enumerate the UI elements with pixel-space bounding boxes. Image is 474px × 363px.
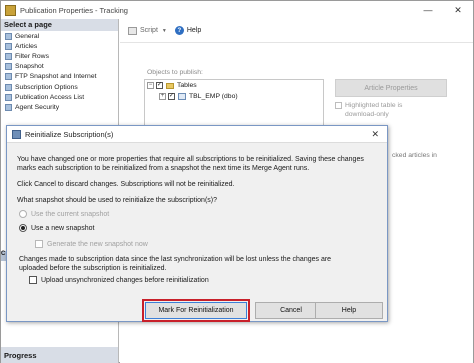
- script-icon: [128, 26, 137, 35]
- sidebar-item-publication-access-list[interactable]: Publication Access List: [1, 92, 118, 102]
- script-label: Script: [140, 27, 158, 34]
- sidebar-item-label: Publication Access List: [15, 93, 85, 101]
- toolbar: Script ▼ ? Help: [120, 19, 473, 43]
- warning-text: Changes made to subscription data since …: [19, 255, 381, 273]
- chevron-down-icon[interactable]: ▼: [162, 28, 167, 34]
- page-icon: [5, 73, 12, 81]
- sidebar-item-articles[interactable]: Articles: [1, 41, 118, 51]
- dialog-message-line1: You have changed one or more properties …: [17, 156, 364, 163]
- radio-label-new: Use a new snapshot: [31, 224, 95, 232]
- sidebar-item-label: Filter Rows: [15, 52, 49, 60]
- script-button[interactable]: Script ▼: [128, 26, 167, 35]
- progress-header: Progress: [1, 347, 118, 363]
- article-properties-button[interactable]: Article Properties: [335, 79, 447, 97]
- tree-label-tbl-emp: TBL_EMP (dbo): [189, 93, 238, 100]
- window-titlebar: Publication Properties - Tracking — ✕: [1, 1, 473, 19]
- sidebar-header: Select a page: [1, 19, 118, 31]
- tbl-emp-checkbox[interactable]: ✓: [168, 93, 175, 100]
- upload-changes-option[interactable]: Upload unsynchronized changes before rei…: [29, 276, 209, 284]
- help-icon: ?: [174, 26, 184, 35]
- close-window-button[interactable]: ✕: [443, 1, 473, 19]
- radio-selected-dot: [21, 226, 25, 230]
- help-button[interactable]: ? Help: [174, 26, 202, 35]
- dialog-title: Reinitialize Subscription(s): [25, 129, 114, 139]
- folder-icon: [166, 82, 174, 89]
- collapse-icon[interactable]: −: [147, 82, 154, 89]
- help-label: Help: [186, 27, 202, 34]
- dialog-message-line2: marks each subscription to be reinitiali…: [17, 165, 310, 172]
- tree-row-tables[interactable]: − ✓ Tables: [145, 80, 323, 91]
- warning-line1: Changes made to subscription data since …: [19, 256, 332, 263]
- page-icon: [5, 32, 12, 40]
- sidebar-item-label: Agent Security: [15, 103, 60, 111]
- upload-changes-checkbox[interactable]: [29, 276, 37, 284]
- radio-use-current-snapshot[interactable]: Use the current snapshot: [19, 210, 109, 218]
- page-icon: [5, 103, 12, 111]
- sidebar-item-filter-rows[interactable]: Filter Rows: [1, 51, 118, 61]
- sidebar-item-label: Snapshot: [15, 63, 44, 71]
- help-button-dialog[interactable]: Help: [315, 302, 383, 319]
- app-icon: [5, 4, 16, 16]
- sidebar-item-label: Articles: [15, 42, 38, 50]
- sidebar-item-label: General: [15, 32, 40, 40]
- tables-checkbox[interactable]: ✓: [156, 82, 163, 89]
- sidebar-item-label: FTP Snapshot and Internet: [15, 73, 97, 81]
- upload-changes-label: Upload unsynchronized changes before rei…: [41, 276, 209, 284]
- checked-articles-note: cked articles in: [392, 152, 437, 159]
- mark-for-reinitialization-button[interactable]: Mark For Reinitialization: [142, 299, 250, 322]
- sidebar-item-agent-security[interactable]: Agent Security: [1, 102, 118, 112]
- highlighted-table-label-line2: download-only: [345, 111, 389, 118]
- tree-label-tables: Tables: [177, 82, 197, 89]
- table-icon: [178, 93, 186, 100]
- dialog-titlebar: Reinitialize Subscription(s) ✕: [7, 126, 387, 143]
- window-title: Publication Properties - Tracking: [20, 5, 128, 15]
- warning-line2: uploaded before the subscription is rein…: [19, 265, 167, 272]
- page-icon: [5, 83, 12, 91]
- radio-use-new-snapshot[interactable]: Use a new snapshot: [19, 224, 94, 232]
- generate-snapshot-option[interactable]: Generate the new snapshot now: [35, 240, 148, 248]
- dialog-icon: [12, 129, 21, 139]
- highlighted-table-checkbox[interactable]: [335, 102, 342, 109]
- dialog-message: You have changed one or more properties …: [17, 155, 379, 173]
- highlighted-table-option[interactable]: Highlighted table is download-only: [335, 101, 402, 119]
- minimize-button[interactable]: —: [413, 1, 443, 19]
- reinitialize-dialog: Reinitialize Subscription(s) ✕ You have …: [6, 125, 388, 322]
- page-icon: [5, 93, 12, 101]
- cancel-note: Click Cancel to discard changes. Subscri…: [17, 181, 235, 188]
- window-controls: — ✕: [413, 1, 473, 19]
- dialog-close-icon[interactable]: ✕: [371, 129, 379, 140]
- expand-icon[interactable]: +: [159, 93, 166, 100]
- page-icon: [5, 52, 12, 60]
- dialog-body: You have changed one or more properties …: [7, 143, 387, 284]
- tree-row-tbl-emp[interactable]: + ✓ TBL_EMP (dbo): [145, 91, 323, 102]
- radio-circle[interactable]: [19, 224, 27, 232]
- sidebar-item-ftp-snapshot[interactable]: FTP Snapshot and Internet: [1, 72, 118, 82]
- sidebar-item-subscription-options[interactable]: Subscription Options: [1, 82, 118, 92]
- page-icon: [5, 42, 12, 50]
- radio-circle[interactable]: [19, 210, 27, 218]
- dialog-buttons: Mark For Reinitialization Cancel Help: [7, 299, 387, 322]
- page-icon: [5, 63, 12, 71]
- generate-snapshot-label: Generate the new snapshot now: [47, 240, 148, 248]
- snapshot-question: What snapshot should be used to reinitia…: [17, 197, 217, 204]
- sidebar-item-general[interactable]: General: [1, 31, 118, 41]
- sidebar-item-snapshot[interactable]: Snapshot: [1, 62, 118, 72]
- radio-label-current: Use the current snapshot: [31, 210, 110, 218]
- sidebar-item-label: Subscription Options: [15, 83, 78, 91]
- highlighted-table-label-line1: Highlighted table is: [345, 102, 403, 109]
- generate-snapshot-checkbox[interactable]: [35, 240, 43, 248]
- objects-to-publish-label: Objects to publish:: [147, 69, 203, 76]
